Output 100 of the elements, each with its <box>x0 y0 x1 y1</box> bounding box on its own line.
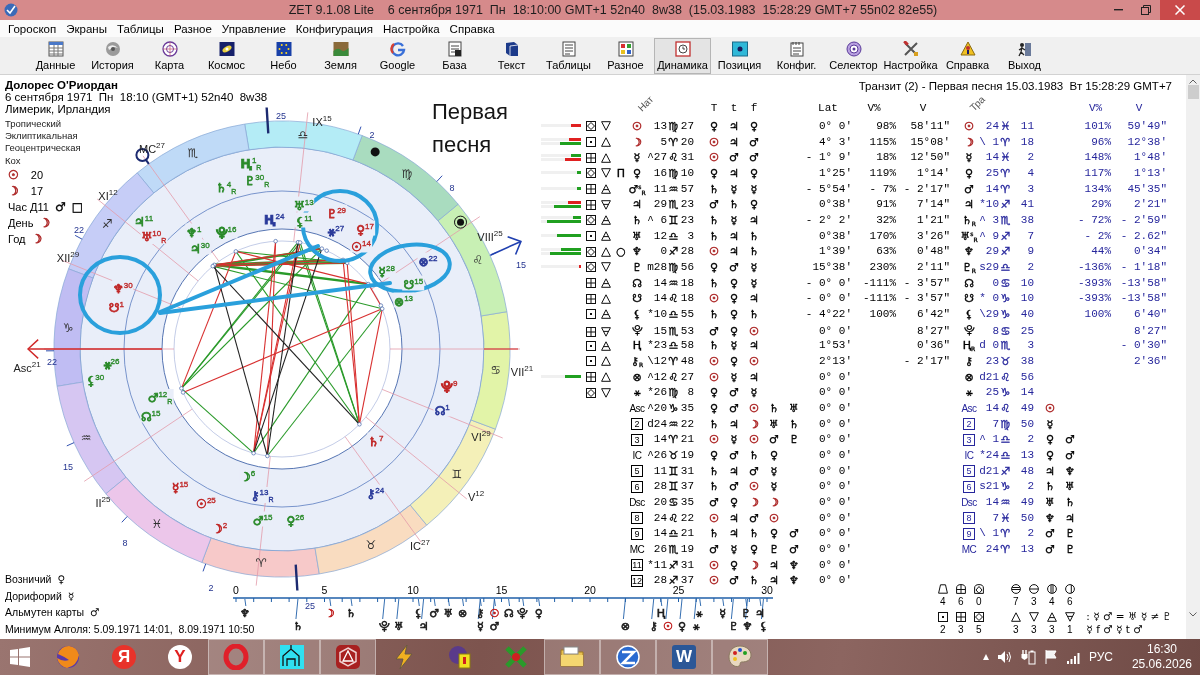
dotted-square-icon <box>586 309 596 319</box>
ruler-glyph: ☿ <box>730 370 738 384</box>
minute-value: 53 <box>680 325 694 338</box>
speed-percent: 29% <box>1091 198 1111 211</box>
clock-date: 25.06.2026 <box>1131 657 1192 672</box>
timeline-marker: ⚷ <box>649 620 658 633</box>
degree-value: ^ 9 <box>979 229 999 243</box>
toolbar-button[interactable]: Позиция <box>711 38 768 74</box>
latitude-value: 0° 0' <box>819 527 852 540</box>
ruler-glyph: ♂ <box>749 464 759 478</box>
latitude-value: 15°38' <box>812 260 852 274</box>
latitude-value: 2°13' <box>819 354 852 368</box>
toolbar-button[interactable]: Текст <box>483 38 540 74</box>
toolbar-button[interactable]: База <box>426 38 483 74</box>
minute-value: 21 <box>680 527 694 540</box>
ruler-glyph: ♃ <box>1065 511 1075 525</box>
menu-item[interactable]: Конфигурация <box>290 22 378 35</box>
toolbar-button[interactable]: Динамика <box>654 38 711 74</box>
close-button[interactable] <box>1160 0 1200 20</box>
taskbar-button[interactable]: Я <box>96 639 152 675</box>
speed-percent: 63% <box>876 245 896 258</box>
arched-grid-icon <box>955 584 966 594</box>
timeline-marker: ♂ <box>429 607 440 620</box>
trapezoid-icon <box>937 584 948 594</box>
planet-glyph: ♂ <box>964 182 974 196</box>
speed-percent: -393% <box>1078 292 1111 305</box>
chevron-up-icon[interactable] <box>981 654 990 660</box>
degree-value: 16 <box>653 166 667 180</box>
degree-value: * 0 <box>979 292 999 305</box>
toolbar-button[interactable]: Таблицы <box>540 38 597 74</box>
menu-item[interactable]: Гороскоп <box>3 22 62 35</box>
ruler-glyph: ♄ <box>749 527 759 540</box>
ruler-glyph: ♂ <box>789 527 799 540</box>
disc-icon <box>103 41 122 57</box>
toolbar-button[interactable]: Космос <box>198 38 255 74</box>
legend-count: 6 <box>958 596 964 607</box>
ruler-glyph: ♀ <box>709 119 719 133</box>
ruler-glyph: ♂ <box>729 448 739 462</box>
transit-planet-label: ☿$^{15}$ <box>171 478 190 494</box>
house-label: XII$^{29}$ <box>56 252 80 264</box>
taskbar-button[interactable]: W <box>656 639 712 675</box>
start-icon <box>10 647 30 667</box>
minute-value: 22 <box>680 511 694 525</box>
cusp-degree: 15 <box>63 462 73 472</box>
speed-percent: -136% <box>1078 260 1111 274</box>
toolbar-button[interactable]: История <box>84 38 141 74</box>
menu-item[interactable]: Справка <box>444 22 500 35</box>
timeline-marker: ☿ <box>476 620 484 633</box>
taskbar-button[interactable] <box>264 639 320 675</box>
toolbar-button[interactable]: Небо <box>255 38 312 74</box>
minute-value: 25 <box>1020 325 1034 338</box>
taskbar-button[interactable]: Y <box>152 639 208 675</box>
menu-item[interactable]: Управление <box>216 22 291 35</box>
menu-item[interactable]: Экраны <box>61 22 112 35</box>
toolbar-button[interactable]: Разное <box>597 38 654 74</box>
toolbar-button[interactable]: Настройка <box>882 38 939 74</box>
grid-square-icon <box>586 152 596 163</box>
legend-count: 4 <box>940 596 946 607</box>
grid-square-icon <box>586 184 596 194</box>
speed-value: - 3'57" <box>903 276 950 290</box>
toolbar-button[interactable]: Справка <box>939 38 996 74</box>
minute-value: 27 <box>680 119 694 133</box>
toolbar-button[interactable]: Конфиг. <box>768 38 825 74</box>
timeline-marker: ⊗ <box>457 607 468 620</box>
ruler-glyph: ♆ <box>1065 464 1075 478</box>
menu-item[interactable]: Разное <box>168 22 217 35</box>
toolbar-button[interactable]: Селектор <box>825 38 882 74</box>
ruler-glyph: ☿ <box>770 464 778 478</box>
language-indicator[interactable]: РУС <box>1088 650 1113 664</box>
taskbar-button[interactable] <box>600 639 656 675</box>
scrollbar[interactable] <box>1186 75 1200 639</box>
menu-item[interactable]: Таблицы <box>111 22 169 35</box>
sign-glyph: ♌ <box>1000 401 1011 415</box>
taskbar-button[interactable] <box>320 639 376 675</box>
ruler-glyph: ♇ <box>769 542 779 556</box>
angle-label: MC <box>961 543 977 555</box>
taskbar-button[interactable] <box>544 639 600 675</box>
cusp-degree: 22 <box>74 225 84 235</box>
toolbar-button[interactable]: Google <box>369 38 426 74</box>
toolbar-button[interactable]: Карта <box>141 38 198 74</box>
planet-glyph: ⚷$_{R}$ <box>630 354 644 368</box>
taskbar-button[interactable] <box>712 639 768 675</box>
legend-count: 1 <box>1067 624 1073 635</box>
toolbar-button[interactable]: Земля <box>312 38 369 74</box>
timeline-marker: ♇ <box>740 607 751 620</box>
toolbar-button[interactable]: Данные <box>27 38 84 74</box>
ruler-glyph: ♀ <box>729 558 739 572</box>
diamond-square-icon <box>586 168 596 178</box>
angle-label: Dsc <box>961 496 977 508</box>
target-icon <box>844 41 863 57</box>
window-title: ZET 9.1.08 Lite 6 сентября 1971 Пн 18:10:00 GMT+1 52n40 8w38 (15.03.1983 15:28:29 GMT+7 55n02 82e55) <box>287 3 939 17</box>
toolbar-button[interactable]: Выход <box>996 38 1053 74</box>
scroll-thumb[interactable] <box>1187 85 1199 99</box>
menu-item[interactable]: Настройка <box>378 22 445 35</box>
legend-count: 2 <box>940 624 946 635</box>
sign-glyph: ♌ <box>668 292 679 305</box>
natal-planet-label: ♅$^{13}$ <box>292 196 315 212</box>
chart-setting: Геоцентрическая <box>5 142 81 155</box>
degree-value: 24 <box>985 119 999 133</box>
transit-planet-label: ♆$^{30}$ <box>112 279 134 294</box>
